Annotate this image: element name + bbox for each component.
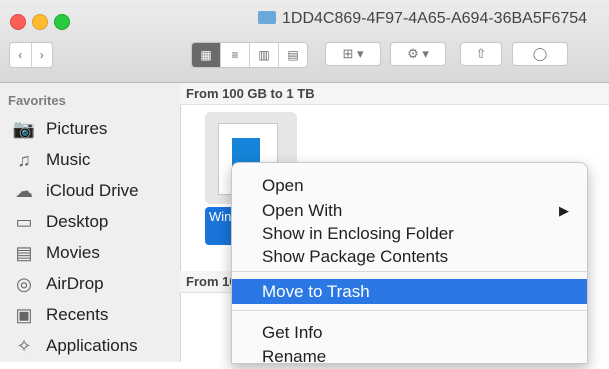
group-button[interactable]: ⊞ ▾ — [325, 42, 381, 66]
menu-separator — [232, 271, 587, 272]
sidebar-item-desktop[interactable]: ▭ Desktop — [12, 208, 108, 236]
sidebar-item-applications[interactable]: ✧ Applications — [12, 332, 138, 360]
airdrop-icon: ◎ — [16, 273, 32, 294]
sidebar-item-airdrop[interactable]: ◎ AirDrop — [12, 270, 104, 298]
section-header: From 100 GB to 1 TB — [180, 83, 609, 105]
sidebar-item-label: Recents — [46, 305, 109, 324]
gallery-view-button[interactable]: ▤ — [279, 43, 307, 67]
recents-icon: ▣ — [15, 304, 33, 325]
zoom-button[interactable] — [54, 14, 70, 30]
minimize-button[interactable] — [32, 14, 48, 30]
sidebar-item-movies[interactable]: ▤ Movies — [12, 239, 100, 267]
sidebar-item-label: Pictures — [46, 119, 108, 138]
menu-item-move-to-trash[interactable]: Move to Trash — [232, 279, 587, 304]
film-icon: ▤ — [15, 242, 33, 263]
action-button[interactable]: ⚙ ▾ — [390, 42, 446, 66]
view-mode-segment: ▦ ≡ ▥ ▤ — [191, 42, 308, 68]
sidebar-item-label: iCloud Drive — [46, 181, 139, 200]
menu-item-show-package-contents[interactable]: Show Package Contents — [232, 244, 587, 269]
folder-icon — [258, 11, 276, 24]
menu-item-label: Open With — [262, 201, 343, 220]
sidebar-item-label: Movies — [46, 243, 100, 262]
menu-item-open[interactable]: Open — [232, 173, 587, 198]
sidebar-item-label: Music — [46, 150, 91, 169]
column-view-button[interactable]: ▥ — [250, 43, 279, 67]
applications-icon: ✧ — [16, 335, 32, 356]
context-menu: Open Open With ▶ Show in Enclosing Folde… — [231, 162, 588, 366]
menu-item-open-with[interactable]: Open With ▶ — [232, 198, 587, 223]
close-button[interactable] — [10, 14, 26, 30]
menu-item-get-info[interactable]: Get Info — [232, 320, 587, 345]
submenu-arrow-icon: ▶ — [559, 203, 569, 218]
sidebar-item-label: Desktop — [46, 212, 109, 231]
sidebar: Favorites 📷 Pictures ♫ Music ☁ iCloud Drive… — [0, 83, 181, 362]
sidebar-item-music[interactable]: ♫ Music — [12, 146, 90, 174]
sidebar-item-recents[interactable]: ▣ Recents — [12, 301, 108, 329]
menu-separator — [232, 310, 587, 311]
music-icon: ♫ — [17, 149, 31, 170]
window-title: 1DD4C869-4F97-4A65-A694-36BA5F6754 — [258, 10, 587, 28]
window-title-text: 1DD4C869-4F97-4A65-A694-36BA5F6754 — [282, 10, 588, 27]
sidebar-item-pictures[interactable]: 📷 Pictures — [12, 115, 108, 143]
sidebar-item-icloud-drive[interactable]: ☁ iCloud Drive — [12, 177, 139, 205]
window-titlebar: 1DD4C869-4F97-4A65-A694-36BA5F6754 ‹ › ▦… — [0, 0, 609, 83]
list-view-button[interactable]: ≡ — [221, 43, 250, 67]
cloud-icon: ☁ — [15, 180, 33, 201]
icon-view-button[interactable]: ▦ — [192, 43, 221, 67]
navigation-buttons: ‹ › — [9, 42, 53, 68]
desktop-icon: ▭ — [15, 211, 33, 232]
forward-button[interactable]: › — [31, 43, 52, 67]
sidebar-item-label: AirDrop — [46, 274, 104, 293]
favorites-heading: Favorites — [8, 93, 66, 108]
share-button[interactable]: ⇧ — [460, 42, 502, 66]
menu-item-rename[interactable]: Rename — [232, 344, 587, 369]
tag-button[interactable]: ◯ — [512, 42, 568, 66]
back-button[interactable]: ‹ — [10, 43, 32, 67]
menu-item-show-in-enclosing-folder[interactable]: Show in Enclosing Folder — [232, 221, 587, 246]
camera-icon: 📷 — [12, 118, 36, 139]
sidebar-item-label: Applications — [46, 336, 138, 355]
